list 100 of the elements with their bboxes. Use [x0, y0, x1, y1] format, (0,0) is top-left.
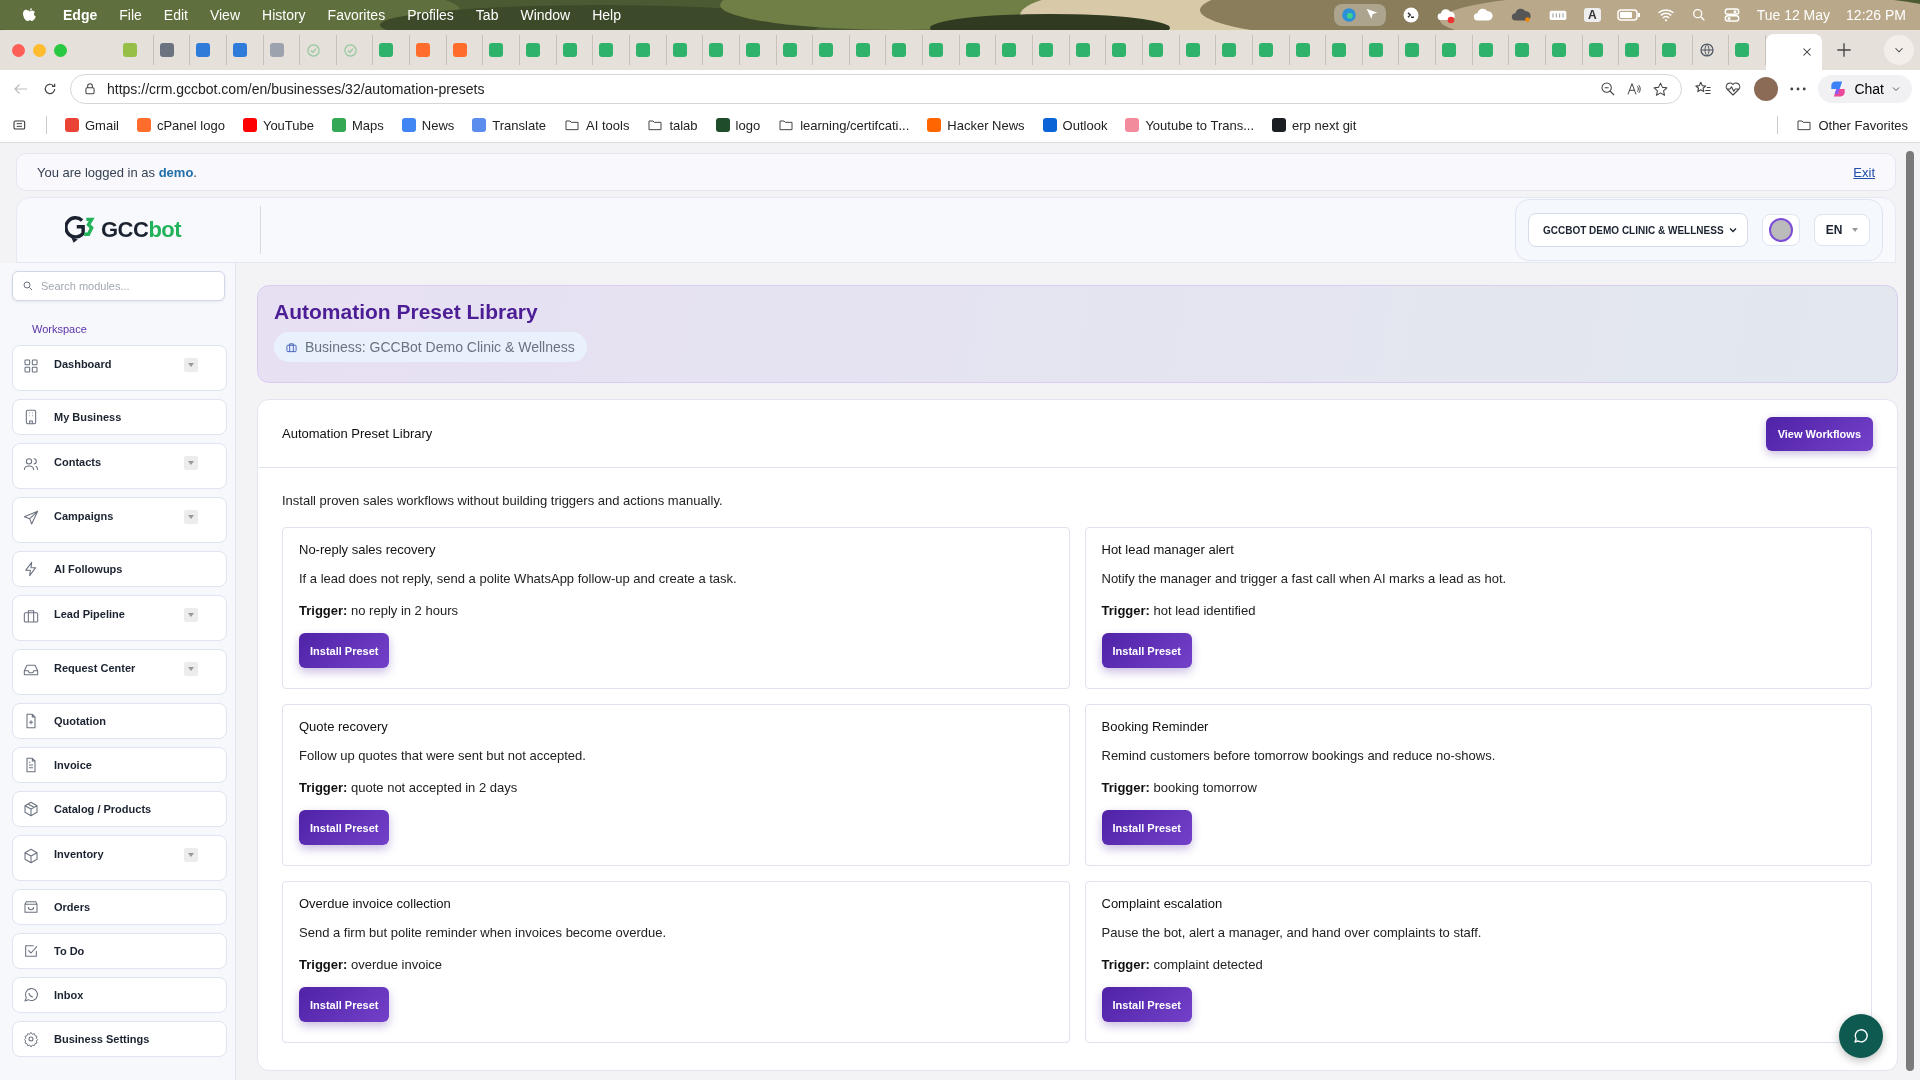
menu-item[interactable]: History	[251, 7, 317, 23]
caret-icon[interactable]	[184, 510, 198, 524]
install-preset-button[interactable]: Install Preset	[1101, 810, 1192, 845]
bookmark[interactable]: talab	[647, 117, 698, 133]
bookmark[interactable]: News	[401, 117, 455, 133]
plus-icon	[1834, 40, 1854, 60]
bookmark[interactable]: logo	[715, 117, 761, 133]
install-preset-button[interactable]: Install Preset	[1101, 987, 1192, 1022]
language-select[interactable]: EN	[1814, 214, 1870, 246]
bookmark[interactable]: Maps	[332, 117, 384, 133]
chat-button[interactable]: Chat	[1818, 75, 1912, 103]
new-tab-button[interactable]	[1834, 40, 1854, 60]
sidebar-item[interactable]: Inbox	[12, 977, 227, 1013]
caret-icon[interactable]	[184, 662, 198, 676]
favicon-icon	[1442, 43, 1457, 57]
bookmark[interactable]: learning/certifcati...	[778, 117, 910, 133]
caret-icon[interactable]	[184, 608, 198, 622]
menu-item[interactable]: Tab	[464, 7, 510, 23]
preset-title: Quote recovery	[299, 719, 388, 734]
reload-button[interactable]	[42, 81, 58, 97]
install-preset-button[interactable]: Install Preset	[1101, 633, 1192, 668]
sidebar-item[interactable]: Request Center	[12, 649, 227, 695]
favicon-icon	[1625, 43, 1640, 57]
sidebar-item[interactable]: My Business	[12, 399, 227, 435]
bookmark[interactable]: cPanel logo	[136, 117, 225, 133]
caret-icon[interactable]	[184, 358, 198, 372]
bookmark[interactable]: YouTube	[242, 117, 314, 133]
favicon-icon	[489, 43, 504, 57]
bookmark[interactable]: Gmail	[65, 117, 119, 133]
check-circle-icon	[306, 42, 322, 58]
menu-item[interactable]: Window	[509, 7, 582, 23]
menu-item[interactable]: Edit	[152, 7, 199, 23]
bookmark[interactable]: Hacker News	[927, 117, 1025, 133]
favicon-icon	[672, 43, 687, 57]
briefcase-icon	[286, 341, 297, 353]
menu-item[interactable]: Help	[581, 7, 632, 23]
sidebar-item[interactable]: Invoice	[12, 747, 227, 783]
menu-item[interactable]: File	[108, 7, 153, 23]
building-icon	[23, 409, 39, 425]
menu-item[interactable]: Edge	[52, 7, 109, 23]
status-pill[interactable]	[1334, 4, 1386, 26]
bookmark[interactable]: Outlook	[1042, 117, 1108, 133]
install-preset-button[interactable]: Install Preset	[299, 987, 390, 1022]
user-button[interactable]	[1762, 214, 1800, 246]
login-message: You are logged in as demo.	[37, 164, 197, 180]
favicon-icon	[599, 43, 614, 57]
box-icon	[23, 801, 39, 817]
section-label: Workspace	[32, 323, 88, 335]
folder-icon	[647, 117, 664, 133]
tab-actions-button[interactable]	[1884, 35, 1914, 65]
bookmark[interactable]: Other Favorites	[1796, 117, 1908, 133]
favicon-icon	[819, 43, 834, 57]
page-title: Automation Preset Library	[274, 300, 539, 324]
more-icon[interactable]	[1790, 87, 1807, 91]
sidebar-item[interactable]: Inventory	[12, 835, 227, 881]
caret-icon	[1852, 228, 1859, 232]
bookmark[interactable]: erp next git	[1272, 117, 1357, 133]
search-field[interactable]: Search modules...	[12, 271, 225, 301]
scrollbar[interactable]	[1906, 151, 1914, 1071]
favicon-icon	[232, 43, 247, 57]
sidebar-item[interactable]: Dashboard	[12, 345, 227, 391]
caret-icon[interactable]	[184, 848, 198, 862]
profile-avatar[interactable]	[1754, 77, 1779, 101]
exit-link[interactable]: Exit	[1853, 164, 1875, 180]
logo-icon	[65, 214, 97, 246]
folder-icon	[564, 117, 581, 133]
business-select[interactable]: GCCBOT DEMO CLINIC & WELLNESS	[1528, 213, 1748, 247]
favicon-icon	[562, 43, 577, 57]
view-workflows-button[interactable]: View Workflows	[1765, 416, 1873, 451]
caret-icon[interactable]	[184, 456, 198, 470]
user-avatar	[1769, 218, 1793, 242]
sidebar-item[interactable]: Orders	[12, 889, 227, 925]
install-preset-button[interactable]: Install Preset	[299, 810, 390, 845]
sidebar-item[interactable]: Quotation	[12, 703, 227, 739]
bookmark[interactable]: Translate	[472, 117, 547, 133]
preset-description: Remind customers before tomorrow bookings and reduce no-shows.	[1101, 748, 1496, 763]
sidebar-item[interactable]: Catalog / Products	[12, 791, 227, 827]
close-window-button[interactable]	[12, 43, 25, 57]
favicon-icon	[452, 43, 467, 57]
sidebar-item[interactable]: To Do	[12, 933, 227, 969]
apple-icon	[20, 6, 38, 24]
menu-item[interactable]: Profiles	[396, 7, 465, 23]
sidebar-item[interactable]: Contacts	[12, 443, 227, 489]
sidebar-item[interactable]: Campaigns	[12, 497, 227, 543]
sidebar-item[interactable]: Business Settings	[12, 1021, 227, 1057]
favicon-icon	[892, 43, 907, 57]
zoom-window-button[interactable]	[54, 43, 67, 57]
menu-item[interactable]: View	[198, 7, 251, 23]
sidebar-item[interactable]: Lead Pipeline	[12, 595, 227, 641]
favicon-icon	[416, 43, 431, 57]
star-icon	[1652, 80, 1670, 98]
menu-item[interactable]: Favorites	[316, 7, 397, 23]
bookmark[interactable]: Youtube to Trans...	[1125, 117, 1255, 133]
install-preset-button[interactable]: Install Preset	[299, 633, 390, 668]
sidebar-item[interactable]: AI Followups	[12, 551, 227, 587]
favicon-icon	[1405, 43, 1420, 57]
favicon-icon	[1185, 43, 1200, 57]
favicon-icon	[1039, 43, 1053, 57]
minimize-window-button[interactable]	[33, 43, 46, 57]
bookmark[interactable]: AI tools	[564, 117, 630, 133]
